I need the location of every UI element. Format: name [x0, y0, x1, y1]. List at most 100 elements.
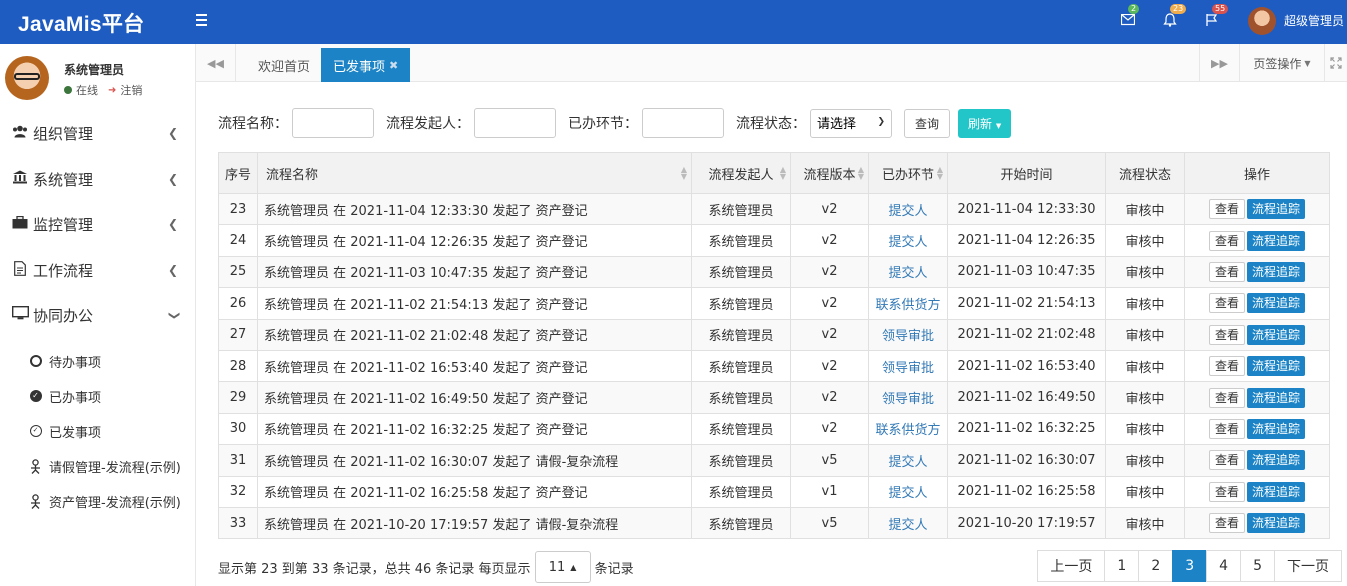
cell-status: 审核中	[1105, 381, 1185, 414]
cell-actions: 查看 流程追踪	[1184, 287, 1330, 320]
cell-node[interactable]: 提交人	[868, 224, 948, 257]
view-button[interactable]: 查看	[1208, 513, 1245, 534]
column-header-start-time[interactable]: 开始时间	[947, 152, 1106, 194]
column-header-name[interactable]: 流程名称 ▲ ▼	[257, 152, 692, 194]
page-button-2[interactable]: 2	[1138, 550, 1174, 582]
trace-button[interactable]: 流程追踪	[1247, 356, 1306, 377]
table-row: 30 系统管理员 在 2021-11-02 16:32:25 发起了 资产登记 系统…	[218, 412, 1330, 446]
chevron-left-icon: ❮	[167, 217, 178, 231]
sidebar-item-monitor[interactable]: 监控管理 ❮	[0, 204, 196, 244]
cell-initiator: 系统管理员	[691, 381, 791, 414]
menu-toggle-icon[interactable]	[196, 11, 214, 29]
trace-button[interactable]: 流程追踪	[1247, 199, 1306, 220]
logout-icon[interactable]: ➜	[108, 85, 116, 96]
sidebar-item-workflow[interactable]: 工作流程 ❮	[0, 250, 196, 290]
sidebar-subitem-todo[interactable]: 待办事项	[0, 346, 196, 376]
trace-button[interactable]: 流程追踪	[1247, 387, 1306, 408]
column-header-status[interactable]: 流程状态	[1105, 152, 1185, 194]
status-select-wrapper: 请选择 ❯	[810, 108, 892, 138]
cell-node[interactable]: 领导审批	[868, 318, 948, 351]
cell-node[interactable]: 领导审批	[868, 381, 948, 414]
column-header-actions: 操作	[1184, 152, 1330, 194]
cell-start-time: 2021-10-20 17:19:57	[947, 506, 1106, 540]
initiator-input[interactable]	[474, 108, 556, 138]
cell-node[interactable]: 提交人	[868, 255, 948, 289]
sidebar-subitem-sent[interactable]: ✓ 已发事项	[0, 416, 196, 446]
trace-button[interactable]: 流程追踪	[1247, 481, 1306, 502]
cell-node[interactable]: 联系供货方	[868, 412, 948, 446]
flow-name-input[interactable]	[292, 108, 374, 138]
page-button-3[interactable]: 3	[1172, 550, 1208, 582]
trace-button[interactable]: 流程追踪	[1247, 418, 1306, 439]
sidebar-subitem-asset[interactable]: 资产管理-发流程(示例)	[0, 486, 196, 516]
page-ops-dropdown[interactable]: 页签操作 ▼	[1239, 44, 1324, 82]
tab-scroll-left-icon[interactable]: ◀◀	[196, 44, 236, 82]
trace-button[interactable]: 流程追踪	[1247, 293, 1306, 314]
cell-seq: 33	[218, 506, 258, 540]
view-button[interactable]: 查看	[1208, 481, 1245, 502]
column-header-node[interactable]: 已办环节 ▲ ▼	[868, 152, 948, 194]
column-header-version[interactable]: 流程版本 ▲ ▼	[790, 152, 869, 194]
cell-version: v2	[790, 381, 869, 414]
tab-welcome[interactable]: 欢迎首页	[246, 48, 322, 82]
cell-node[interactable]: 提交人	[868, 444, 948, 477]
status-select[interactable]: 请选择	[810, 108, 892, 138]
cell-actions: 查看 流程追踪	[1184, 444, 1330, 477]
sidebar-item-collab[interactable]: 协同办公 ❮	[0, 295, 196, 335]
refresh-button[interactable]: 刷新 ▼	[958, 108, 1012, 138]
cell-actions: 查看 流程追踪	[1184, 318, 1330, 351]
view-button[interactable]: 查看	[1208, 230, 1245, 251]
trace-button[interactable]: 流程追踪	[1247, 513, 1306, 534]
view-button[interactable]: 查看	[1208, 261, 1245, 282]
column-header-initiator[interactable]: 流程发起人 ▲ ▼	[691, 152, 791, 194]
cell-flow-name: 系统管理员 在 2021-10-20 17:19:57 发起了 请假-复杂流程	[257, 506, 692, 540]
view-button[interactable]: 查看	[1208, 418, 1245, 439]
cell-start-time: 2021-11-02 16:49:50	[947, 381, 1106, 414]
prev-page-button[interactable]: 上一页	[1037, 550, 1106, 582]
sidebar-subitem-leave[interactable]: 请假管理-发流程(示例)	[0, 451, 196, 481]
node-input[interactable]	[642, 108, 724, 138]
fullscreen-icon[interactable]	[1324, 44, 1347, 82]
trace-button[interactable]: 流程追踪	[1247, 324, 1306, 345]
cell-actions: 查看 流程追踪	[1184, 412, 1330, 446]
cell-node[interactable]: 提交人	[868, 475, 948, 508]
trace-button[interactable]: 流程追踪	[1247, 230, 1306, 251]
cell-node[interactable]: 领导审批	[868, 349, 948, 383]
cell-start-time: 2021-11-02 16:53:40	[947, 349, 1106, 383]
user-menu[interactable]: 超级管理员	[1284, 12, 1344, 29]
view-button[interactable]: 查看	[1208, 199, 1245, 220]
logout-link[interactable]: 注销	[120, 82, 142, 98]
flag-icon[interactable]: 55	[1205, 4, 1229, 30]
bell-icon[interactable]: 23	[1163, 4, 1187, 30]
tab-close-icon[interactable]: ✖	[389, 59, 398, 72]
brand-logo[interactable]: JavaMis平台	[18, 8, 144, 38]
cell-node[interactable]: 提交人	[868, 506, 948, 540]
view-button[interactable]: 查看	[1208, 293, 1245, 314]
cell-node[interactable]: 提交人	[868, 192, 948, 226]
view-button[interactable]: 查看	[1208, 387, 1245, 408]
next-page-button[interactable]: 下一页	[1274, 550, 1342, 582]
tab-sent-items[interactable]: 已发事项 ✖	[321, 48, 411, 82]
sidebar-item-org[interactable]: 组织管理 ❮	[0, 113, 196, 153]
cell-status: 审核中	[1105, 475, 1185, 508]
trace-button[interactable]: 流程追踪	[1247, 450, 1306, 471]
sidebar-item-system[interactable]: 系统管理 ❮	[0, 159, 196, 199]
user-avatar[interactable]	[1248, 7, 1276, 35]
view-button[interactable]: 查看	[1208, 356, 1245, 377]
page-button-5[interactable]: 5	[1240, 550, 1275, 582]
tab-scroll-right-icon[interactable]: ▶▶	[1199, 44, 1239, 82]
sidebar-subitem-done[interactable]: ✓ 已办事项	[0, 381, 196, 411]
page-button-4[interactable]: 4	[1206, 550, 1242, 582]
cell-version: v2	[790, 318, 869, 351]
view-button[interactable]: 查看	[1208, 324, 1245, 345]
sort-icon: ▲ ▼	[857, 165, 864, 181]
query-button[interactable]: 查询	[904, 108, 951, 138]
page-size-dropdown[interactable]: 11 ▲	[534, 551, 591, 583]
trace-button[interactable]: 流程追踪	[1247, 261, 1306, 282]
mail-icon[interactable]: 2	[1120, 4, 1140, 30]
cell-seq: 25	[218, 255, 258, 289]
cell-node[interactable]: 联系供货方	[868, 287, 948, 320]
page-button-1[interactable]: 1	[1104, 550, 1140, 582]
view-button[interactable]: 查看	[1208, 450, 1245, 471]
column-header-seq[interactable]: 序号	[218, 152, 258, 194]
